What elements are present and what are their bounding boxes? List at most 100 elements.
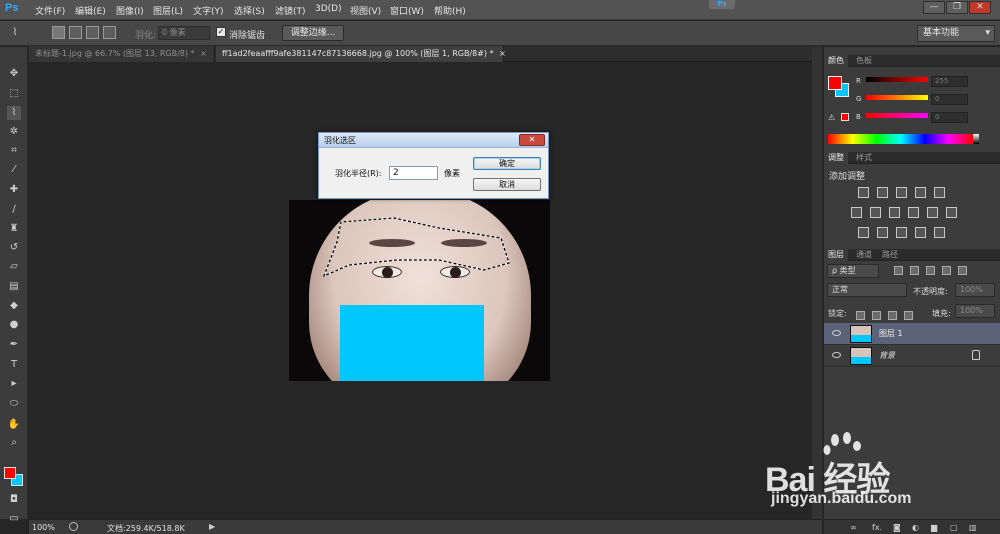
dialog-close-button[interactable]: ✕ xyxy=(519,134,545,146)
fill-input[interactable]: 100% xyxy=(955,304,995,318)
eyedropper-icon[interactable]: ⁄ xyxy=(7,163,21,177)
menu-help[interactable]: 帮助(H) xyxy=(434,4,466,17)
brightness-contrast-icon[interactable] xyxy=(858,187,869,198)
tab-color[interactable]: 颜色 xyxy=(824,55,848,67)
black-white-ramp[interactable] xyxy=(973,134,979,144)
blue-value-input[interactable]: 0 xyxy=(931,112,968,123)
channel-mixer-icon[interactable] xyxy=(927,207,938,218)
magic-wand-icon[interactable]: ✲ xyxy=(7,125,21,139)
eraser-icon[interactable]: ▱ xyxy=(7,260,21,274)
brush-tool-icon[interactable]: ∕ xyxy=(7,203,21,217)
filter-type-icon[interactable] xyxy=(926,266,935,275)
filter-adjustment-icon[interactable] xyxy=(910,266,919,275)
vibrance-icon[interactable] xyxy=(934,187,945,198)
workspace-select[interactable]: 基本功能 ▾ xyxy=(917,25,995,42)
hue-saturation-icon[interactable] xyxy=(851,207,862,218)
quick-mask-icon[interactable]: ◘ xyxy=(7,493,21,507)
zoom-tool-icon[interactable]: ⌕ xyxy=(7,436,21,450)
screen-mode-icon[interactable]: ▭ xyxy=(7,512,21,526)
lock-image-icon[interactable] xyxy=(872,311,881,320)
type-tool-icon[interactable]: T xyxy=(7,358,21,372)
menu-window[interactable]: 窗口(W) xyxy=(390,4,424,17)
new-group-icon[interactable]: ▆ xyxy=(931,523,937,532)
green-value-input[interactable]: 0 xyxy=(931,94,968,105)
crop-tool-icon[interactable]: ⌗ xyxy=(7,144,21,158)
lasso-tool-icon[interactable]: ⌇ xyxy=(7,106,21,120)
zoom-level[interactable]: 100% xyxy=(32,523,55,532)
invert-icon[interactable] xyxy=(858,227,869,238)
gradient-map-icon[interactable] xyxy=(934,227,945,238)
tab-untitled[interactable]: 未标题-1.jpg @ 66.7% (图层 13, RGB/8) * × xyxy=(29,46,215,62)
new-selection-icon[interactable] xyxy=(52,26,65,39)
healing-brush-icon[interactable]: ✚ xyxy=(7,183,21,197)
feather-input[interactable]: 0 像素 xyxy=(158,26,210,40)
menu-file[interactable]: 文件(F) xyxy=(35,4,65,17)
exposure-icon[interactable] xyxy=(915,187,926,198)
tab-paths[interactable]: 路径 xyxy=(878,249,902,261)
menu-edit[interactable]: 编辑(E) xyxy=(75,4,106,17)
tab-swatches[interactable]: 色板 xyxy=(852,55,876,67)
tab-channels[interactable]: 通道 xyxy=(852,249,876,261)
filter-pixel-icon[interactable] xyxy=(894,266,903,275)
red-slider[interactable] xyxy=(866,77,928,82)
path-select-icon[interactable]: ▸ xyxy=(7,377,21,391)
lock-all-icon[interactable] xyxy=(904,311,913,320)
color-balance-icon[interactable] xyxy=(870,207,881,218)
menu-image[interactable]: 图像(I) xyxy=(116,4,144,17)
visibility-eye-icon[interactable] xyxy=(832,330,841,336)
filter-smart-object-icon[interactable] xyxy=(958,266,967,275)
status-menu-arrow-icon[interactable]: ▶ xyxy=(209,522,215,531)
filter-shape-icon[interactable] xyxy=(942,266,951,275)
new-layer-icon[interactable]: ▢ xyxy=(950,523,958,532)
dialog-titlebar[interactable]: 羽化选区 ✕ xyxy=(319,133,548,148)
photo-filter-icon[interactable] xyxy=(908,207,919,218)
tab-current-document[interactable]: ff1ad2feaafff9afe381147c87136668.jpg @ 1… xyxy=(216,46,506,62)
close-window-button[interactable]: ✕ xyxy=(969,1,991,14)
color-lookup-icon[interactable] xyxy=(946,207,957,218)
gamut-warning-icon[interactable]: ⚠ xyxy=(828,113,835,122)
add-mask-icon[interactable]: ◙ xyxy=(893,523,901,532)
intersect-selection-icon[interactable] xyxy=(103,26,116,39)
hand-tool-icon[interactable]: ✋ xyxy=(7,418,21,432)
color-spectrum[interactable] xyxy=(828,134,973,144)
cancel-button[interactable]: 取消 xyxy=(473,178,541,191)
layer-row-layer1[interactable]: 图层 1 xyxy=(824,323,1000,345)
visibility-eye-icon[interactable] xyxy=(832,352,841,358)
color-foreground-swatch[interactable] xyxy=(828,76,842,90)
polygonal-lasso-icon[interactable]: ⌇ xyxy=(8,26,22,40)
link-layers-icon[interactable]: ∞ xyxy=(850,523,857,532)
lock-transparent-icon[interactable] xyxy=(856,311,865,320)
fx-icon[interactable]: fx. xyxy=(872,523,882,532)
close-icon[interactable]: × xyxy=(200,49,207,58)
history-brush-icon[interactable]: ↺ xyxy=(7,241,21,255)
shape-tool-icon[interactable]: ⬭ xyxy=(7,397,21,411)
green-slider[interactable] xyxy=(866,95,928,100)
document-image[interactable] xyxy=(289,200,550,381)
menu-layer[interactable]: 图层(L) xyxy=(153,4,183,17)
menu-filter[interactable]: 滤镜(T) xyxy=(275,4,306,17)
menu-view[interactable]: 视图(V) xyxy=(350,4,381,17)
add-selection-icon[interactable] xyxy=(69,26,82,39)
red-value-input[interactable]: 255 xyxy=(931,76,968,87)
refine-edge-button[interactable]: 调整边缘... xyxy=(282,25,344,41)
lock-position-icon[interactable] xyxy=(888,311,897,320)
blue-slider[interactable] xyxy=(866,113,928,118)
marquee-tool-icon[interactable]: ⬚ xyxy=(7,87,21,101)
gradient-icon[interactable]: ▤ xyxy=(7,280,21,294)
menu-3d[interactable]: 3D(D) xyxy=(315,4,342,14)
layer-row-background[interactable]: 背景 xyxy=(824,345,1000,367)
tab-layers[interactable]: 图层 xyxy=(824,249,848,261)
move-tool-icon[interactable]: ✥ xyxy=(7,67,21,81)
layer-filter-select[interactable]: ρ 类型 xyxy=(827,264,879,278)
feather-radius-input[interactable]: 2 xyxy=(389,166,438,180)
tab-adjustments[interactable]: 调整 xyxy=(824,152,848,164)
black-white-icon[interactable] xyxy=(889,207,900,218)
threshold-icon[interactable] xyxy=(896,227,907,238)
minimize-button[interactable]: — xyxy=(923,1,945,14)
subtract-selection-icon[interactable] xyxy=(86,26,99,39)
curves-icon[interactable] xyxy=(896,187,907,198)
antialias-checkbox[interactable]: ✓ xyxy=(216,27,226,37)
posterize-icon[interactable] xyxy=(877,227,888,238)
blend-mode-select[interactable]: 正常 xyxy=(827,283,907,297)
opacity-input[interactable]: 100% xyxy=(955,283,995,297)
